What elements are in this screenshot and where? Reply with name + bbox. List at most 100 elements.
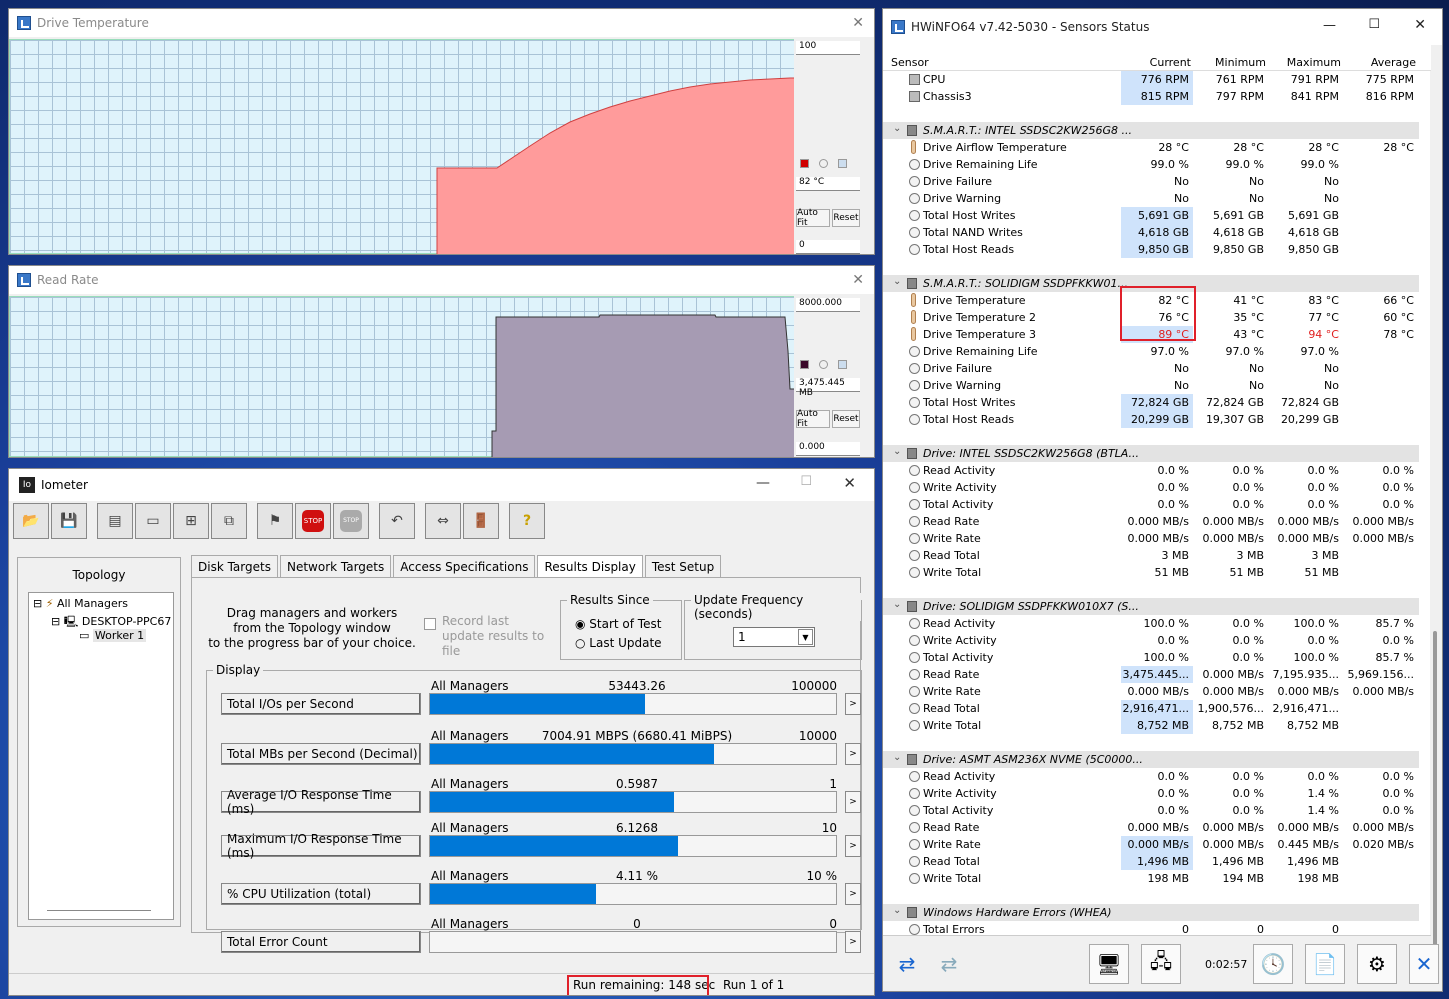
- clock-icon[interactable]: 🕓: [1253, 944, 1293, 984]
- sensor-row[interactable]: Drive Failure No No No: [883, 360, 1419, 377]
- tab-disk-targets[interactable]: Disk Targets: [191, 555, 278, 577]
- reset-workers-icon[interactable]: ↶: [379, 503, 415, 539]
- metric-progress-bar[interactable]: [429, 835, 837, 857]
- sensor-row[interactable]: Read Rate 3,475.445... 0.000 MB/s 7,195.935…: [883, 666, 1419, 683]
- sensor-row[interactable]: Total Activity 0.0 % 0.0 % 0.0 % 0.0 %: [883, 496, 1419, 513]
- open-icon[interactable]: 📂: [13, 503, 49, 539]
- close-icon[interactable]: ✕: [843, 474, 856, 492]
- sensor-row[interactable]: Read Rate 0.000 MB/s 0.000 MB/s 0.000 MB/s 0…: [883, 513, 1419, 530]
- close-icon[interactable]: ✕: [852, 272, 864, 288]
- chevron-down-icon[interactable]: ⌄: [893, 905, 901, 916]
- auto-fit-button[interactable]: Auto Fit: [796, 208, 830, 228]
- sensor-row[interactable]: Read Rate 0.000 MB/s 0.000 MB/s 0.000 MB/s 0…: [883, 819, 1419, 836]
- sensor-row[interactable]: Write Activity 0.0 % 0.0 % 1.4 % 0.0 %: [883, 785, 1419, 802]
- network-icon[interactable]: 🖧: [1141, 944, 1181, 984]
- sensor-row[interactable]: Total Host Reads 20,299 GB 19,307 GB 20,299…: [883, 411, 1419, 428]
- column-header-current[interactable]: Current: [1121, 56, 1191, 69]
- metric-progress-bar[interactable]: [429, 883, 837, 905]
- sensor-row[interactable]: Total Activity 100.0 % 0.0 % 100.0 % 85.7 %: [883, 649, 1419, 666]
- chevron-down-icon[interactable]: ⌄: [893, 123, 901, 134]
- metric-arrow-button[interactable]: >: [845, 743, 861, 765]
- last-update-radio[interactable]: ○ Last Update: [575, 636, 662, 650]
- disconnect-icon[interactable]: ⇔: [425, 503, 461, 539]
- record-results-checkbox[interactable]: [424, 618, 436, 630]
- new-manager-icon[interactable]: ▤: [97, 503, 133, 539]
- sensor-group-header[interactable]: ⌄ S.M.A.R.T.: INTEL SSDSC2KW256G8 ...: [883, 122, 1419, 139]
- sensor-row[interactable]: Drive Remaining Life 97.0 % 97.0 % 97.0 %: [883, 343, 1419, 360]
- stop-icon[interactable]: STOP: [295, 503, 331, 539]
- tab-network-targets[interactable]: Network Targets: [279, 555, 392, 577]
- metric-label[interactable]: Total I/Os per Second: [221, 693, 421, 715]
- tab-access-specifications[interactable]: Access Specifications: [393, 555, 536, 577]
- sensor-row[interactable]: Read Total 2,916,471... 1,900,576... 2,916,…: [883, 700, 1419, 717]
- sensor-row[interactable]: Read Activity 100.0 % 0.0 % 100.0 % 85.7 %: [883, 615, 1419, 632]
- read-rate-titlebar[interactable]: Read Rate ✕: [9, 266, 874, 294]
- new-network-worker-icon[interactable]: ⊞: [173, 503, 209, 539]
- sensor-row[interactable]: Write Activity 0.0 % 0.0 % 0.0 % 0.0 %: [883, 632, 1419, 649]
- maximize-icon[interactable]: ☐: [800, 474, 812, 489]
- add-report-icon[interactable]: 📄: [1305, 944, 1345, 984]
- sensor-row[interactable]: Write Rate 0.000 MB/s 0.000 MB/s 0.000 MB/s…: [883, 530, 1419, 547]
- reset-button[interactable]: Reset: [832, 209, 860, 227]
- metric-arrow-button[interactable]: >: [845, 883, 861, 905]
- start-test-icon[interactable]: ⚑: [257, 503, 293, 539]
- metric-arrow-button[interactable]: >: [845, 835, 861, 857]
- tree-scrollbar[interactable]: [47, 910, 151, 911]
- color-swatch-icon[interactable]: [819, 159, 828, 168]
- metric-arrow-button[interactable]: >: [845, 931, 861, 953]
- sensor-row[interactable]: Write Activity 0.0 % 0.0 % 0.0 % 0.0 %: [883, 479, 1419, 496]
- sensor-row[interactable]: Write Rate 0.000 MB/s 0.000 MB/s 0.000 MB/s…: [883, 683, 1419, 700]
- sensor-row[interactable]: Total Host Writes 72,824 GB 72,824 GB 72,82…: [883, 394, 1419, 411]
- sensor-row[interactable]: Drive Failure No No No: [883, 173, 1419, 190]
- sensor-row[interactable]: Read Activity 0.0 % 0.0 % 0.0 % 0.0 %: [883, 768, 1419, 785]
- tab-results-display[interactable]: Results Display: [537, 555, 643, 577]
- sensor-row[interactable]: Total Activity 0.0 % 0.0 % 1.4 % 0.0 %: [883, 802, 1419, 819]
- save-icon[interactable]: 💾: [51, 503, 87, 539]
- exit-icon[interactable]: 🚪: [463, 503, 499, 539]
- iometer-titlebar[interactable]: Io Iometer — ☐ ✕: [9, 469, 874, 501]
- sensor-row[interactable]: Total Host Writes 5,691 GB 5,691 GB 5,691 G…: [883, 207, 1419, 224]
- prev-arrows-icon[interactable]: ⇄: [887, 944, 927, 984]
- help-icon[interactable]: ?: [509, 503, 545, 539]
- settings-gear-icon[interactable]: ⚙: [1357, 944, 1397, 984]
- sensor-row[interactable]: Drive Warning No No No: [883, 190, 1419, 207]
- chevron-down-icon[interactable]: ⌄: [893, 599, 901, 610]
- monitor-icon[interactable]: 🖥: [1089, 944, 1129, 984]
- sensor-row[interactable]: Drive Warning No No No: [883, 377, 1419, 394]
- color-swatch-icon[interactable]: [800, 159, 809, 168]
- minimize-icon[interactable]: —: [756, 475, 770, 491]
- stop-all-icon[interactable]: STOP: [333, 503, 369, 539]
- metric-label[interactable]: % CPU Utilization (total): [221, 883, 421, 905]
- color-swatch-icon[interactable]: [838, 159, 847, 168]
- start-of-test-radio[interactable]: ◉ Start of Test: [575, 617, 661, 631]
- sensor-group-header[interactable]: ⌄ Drive: INTEL SSDSC2KW256G8 (BTLA...: [883, 445, 1419, 462]
- close-x-icon[interactable]: ✕: [1409, 944, 1439, 984]
- sensor-row[interactable]: Drive Remaining Life 99.0 % 99.0 % 99.0 %: [883, 156, 1419, 173]
- metric-label[interactable]: Average I/O Response Time (ms): [221, 788, 421, 816]
- sensor-row[interactable]: Read Total 1,496 MB 1,496 MB 1,496 MB: [883, 853, 1419, 870]
- color-swatch-icon[interactable]: [800, 360, 809, 369]
- sensor-row[interactable]: Write Rate 0.000 MB/s 0.000 MB/s 0.445 MB/s…: [883, 836, 1419, 853]
- sensor-row[interactable]: Total NAND Writes 4,618 GB 4,618 GB 4,618 G…: [883, 224, 1419, 241]
- metric-progress-bar[interactable]: [429, 693, 837, 715]
- column-header-minimum[interactable]: Minimum: [1196, 56, 1266, 69]
- metric-label[interactable]: Maximum I/O Response Time (ms): [221, 832, 421, 860]
- metric-progress-bar[interactable]: [429, 743, 837, 765]
- vertical-scrollbar[interactable]: [1430, 71, 1440, 951]
- color-swatch-icon[interactable]: [819, 360, 828, 369]
- reset-button[interactable]: Reset: [832, 410, 860, 428]
- close-icon[interactable]: ✕: [1414, 17, 1426, 33]
- metric-arrow-button[interactable]: >: [845, 693, 861, 715]
- drive-temperature-titlebar[interactable]: Drive Temperature ✕: [9, 9, 874, 37]
- sensor-group-header[interactable]: ⌄ Drive: SOLIDIGM SSDPFKKW010X7 (S...: [883, 598, 1419, 615]
- chevron-down-icon[interactable]: ⌄: [893, 446, 901, 457]
- chevron-down-icon[interactable]: ⌄: [893, 752, 901, 763]
- metric-arrow-button[interactable]: >: [845, 791, 861, 813]
- sensor-row[interactable]: Total Host Reads 9,850 GB 9,850 GB 9,850 GB: [883, 241, 1419, 258]
- sensor-row[interactable]: Chassis3 815 RPM 797 RPM 841 RPM 816 RPM: [883, 88, 1419, 105]
- close-icon[interactable]: ✕: [852, 15, 864, 31]
- tab-test-setup[interactable]: Test Setup: [644, 555, 722, 577]
- hwinfo-titlebar[interactable]: HWiNFO64 v7.42-5030 - Sensors Status — ☐…: [883, 9, 1442, 45]
- metric-progress-bar[interactable]: [429, 931, 837, 953]
- minimize-icon[interactable]: —: [1323, 18, 1336, 33]
